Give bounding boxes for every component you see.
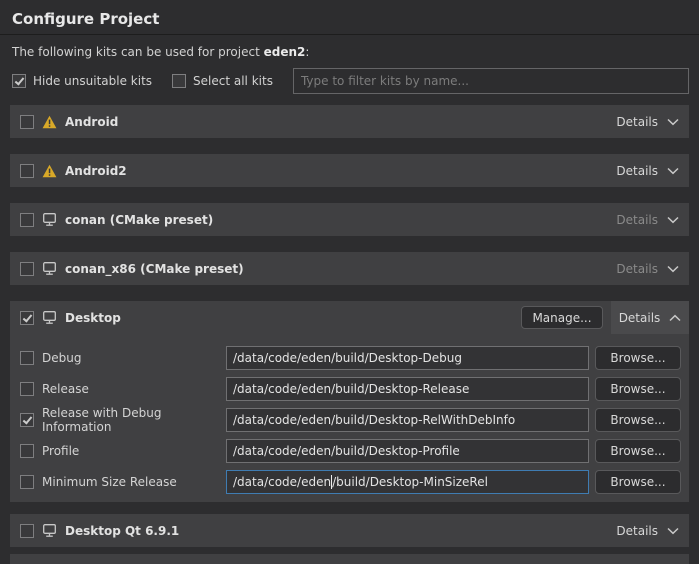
warning-icon (42, 164, 57, 178)
details-label: Details (616, 213, 658, 227)
kit-checkbox[interactable] (20, 262, 34, 276)
browse-button[interactable]: Browse... (595, 408, 681, 432)
desktop-monitor-icon (42, 212, 57, 227)
kit-name: Desktop Qt 6.9.1 (65, 524, 179, 538)
desktop-monitor-icon (42, 523, 57, 538)
hide-unsuitable-kits-toggle[interactable]: Hide unsuitable kits (12, 74, 152, 88)
config-label: Profile (42, 444, 226, 458)
build-dir-input-release[interactable] (226, 377, 589, 401)
kit-row-desktop: Desktop Manage... Details (10, 301, 689, 334)
kit-checkbox[interactable] (20, 311, 34, 325)
intro-suffix: : (305, 45, 309, 59)
browse-button[interactable]: Browse... (595, 439, 681, 463)
details-label: Details (616, 524, 658, 538)
details-toggle[interactable]: Details (616, 262, 689, 276)
intro-prefix: The following kits can be used for proje… (12, 45, 264, 59)
browse-button[interactable]: Browse... (595, 470, 681, 494)
details-toggle[interactable]: Details (616, 115, 689, 129)
kit-name: conan (CMake preset) (65, 213, 213, 227)
select-all-label: Select all kits (193, 74, 273, 88)
build-dir-input-profile[interactable] (226, 439, 589, 463)
kit-checkbox[interactable] (20, 213, 34, 227)
hide-unsuitable-label: Hide unsuitable kits (33, 74, 152, 88)
desktop-monitor-icon (42, 261, 57, 276)
details-toggle[interactable]: Details (616, 164, 689, 178)
config-label: Release (42, 382, 226, 396)
config-checkbox[interactable] (20, 475, 34, 489)
config-checkbox[interactable] (20, 444, 34, 458)
browse-button[interactable]: Browse... (595, 377, 681, 401)
build-dir-input-minsizerel[interactable]: /data/code/eden/build/Desktop-MinSizeRel (226, 470, 589, 494)
kit-panel-desktop: Desktop Manage... Details Debug Browse..… (10, 301, 689, 502)
config-row-debug: Debug Browse... (10, 344, 689, 371)
chevron-up-icon (669, 314, 681, 322)
config-label: Minimum Size Release (42, 475, 226, 489)
filter-controls: Hide unsuitable kits Select all kits (12, 68, 689, 94)
details-toggle[interactable]: Details (616, 213, 689, 227)
config-row-minsizerel: Minimum Size Release /data/code/eden/bui… (10, 468, 689, 495)
warning-icon (42, 115, 57, 129)
details-label: Details (616, 164, 658, 178)
hide-unsuitable-checkbox[interactable] (12, 74, 26, 88)
kit-name: Desktop (65, 311, 121, 325)
chevron-down-icon (667, 265, 679, 273)
kit-name: Android2 (65, 164, 127, 178)
manage-kits-button[interactable]: Manage... (521, 306, 603, 329)
config-row-profile: Profile Browse... (10, 437, 689, 464)
kit-filter-input[interactable] (293, 68, 689, 94)
kit-checkbox[interactable] (20, 524, 34, 538)
kit-row-desktop-qt: Desktop Qt 6.9.1 Details (10, 514, 689, 547)
kit-checkbox[interactable] (20, 164, 34, 178)
kit-name: conan_x86 (CMake preset) (65, 262, 244, 276)
details-label: Details (616, 115, 658, 129)
config-row-relwithdebinfo: Release with Debug Information Browse... (10, 406, 689, 433)
chevron-down-icon (667, 167, 679, 175)
kit-checkbox[interactable] (20, 115, 34, 129)
select-all-checkbox[interactable] (172, 74, 186, 88)
config-checkbox[interactable] (20, 351, 34, 365)
details-toggle[interactable]: Details (611, 301, 689, 334)
config-label: Release with Debug Information (42, 406, 226, 434)
config-label: Debug (42, 351, 226, 365)
kit-row-android: Android Details (10, 105, 689, 138)
kit-row-conan: conan (CMake preset) Details (10, 203, 689, 236)
page-title: Configure Project (0, 0, 699, 35)
chevron-down-icon (667, 527, 679, 535)
build-dir-input-relwithdebinfo[interactable] (226, 408, 589, 432)
input-text-after-caret: /build/Desktop-MinSizeRel (332, 475, 488, 489)
intro-text: The following kits can be used for proje… (12, 45, 687, 59)
input-text-before-caret: /data/code/eden (233, 475, 331, 489)
kit-name: Android (65, 115, 118, 129)
select-all-kits-toggle[interactable]: Select all kits (172, 74, 273, 88)
next-kit-row-partial (10, 554, 689, 564)
kit-row-android2: Android2 Details (10, 154, 689, 187)
build-dir-input-debug[interactable] (226, 346, 589, 370)
browse-button[interactable]: Browse... (595, 346, 681, 370)
details-label: Details (619, 311, 661, 325)
chevron-down-icon (667, 216, 679, 224)
config-checkbox[interactable] (20, 382, 34, 396)
project-name: eden2 (264, 45, 306, 59)
details-label: Details (616, 262, 658, 276)
desktop-monitor-icon (42, 310, 57, 325)
config-checkbox[interactable] (20, 413, 34, 427)
config-row-release: Release Browse... (10, 375, 689, 402)
details-toggle[interactable]: Details (616, 524, 689, 538)
chevron-down-icon (667, 118, 679, 126)
kit-row-conan-x86: conan_x86 (CMake preset) Details (10, 252, 689, 285)
